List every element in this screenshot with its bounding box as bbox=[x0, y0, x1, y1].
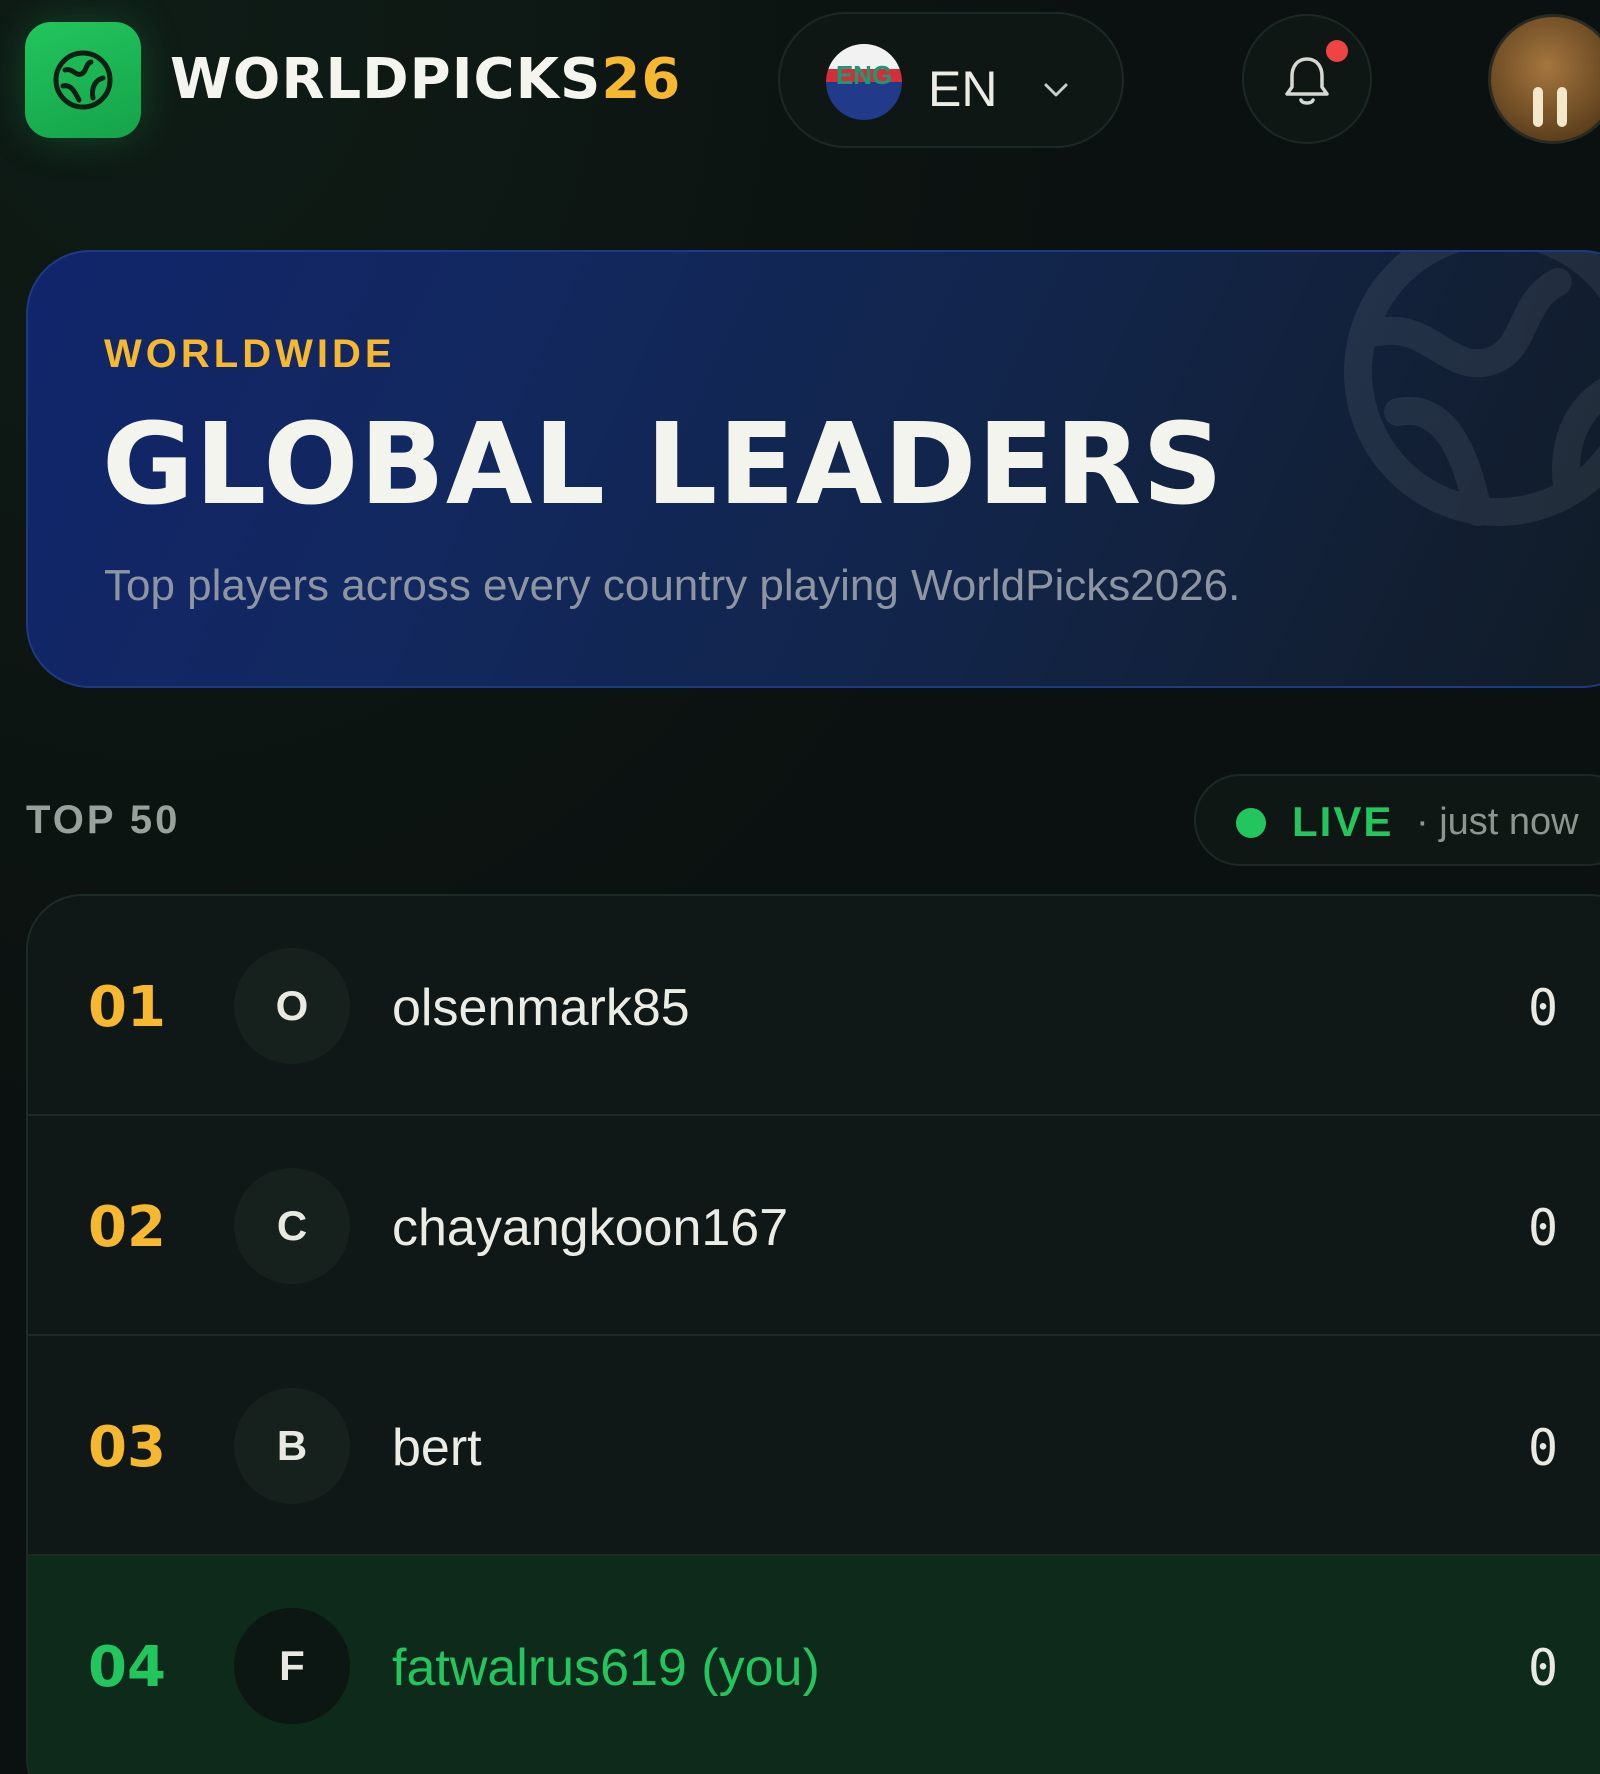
live-label: LIVE bbox=[1292, 798, 1394, 845]
chevron-down-icon bbox=[1044, 83, 1068, 97]
leaderboard-row[interactable]: 02 C chayangkoon167 0 bbox=[28, 1116, 1600, 1336]
notifications-button[interactable] bbox=[1242, 14, 1372, 144]
flag-icon: ENG bbox=[826, 44, 902, 120]
player-username: fatwalrus619 (you) bbox=[392, 1639, 820, 1697]
leaderboard-row-current-user[interactable]: 04 F fatwalrus619 (you) 0 bbox=[28, 1556, 1600, 1774]
globe-watermark-icon bbox=[1344, 252, 1600, 526]
section-label: TOP 50 bbox=[26, 798, 181, 842]
player-username: bert bbox=[392, 1419, 482, 1477]
app-logo[interactable] bbox=[25, 22, 141, 138]
player-score: 0 bbox=[1528, 1639, 1559, 1697]
player-avatar: O bbox=[234, 948, 350, 1064]
brand-wordmark[interactable]: WORLDPICKS26 bbox=[170, 46, 681, 114]
last-updated: · just now bbox=[1416, 801, 1579, 843]
hero-subtitle: Top players across every country playing… bbox=[104, 561, 1241, 610]
brand-name: WORLDPICKS bbox=[170, 47, 602, 112]
rank-number: 03 bbox=[88, 1415, 166, 1480]
page-title: GLOBAL LEADERS bbox=[102, 400, 1224, 530]
language-code: EN bbox=[928, 61, 998, 117]
player-score: 0 bbox=[1528, 979, 1559, 1037]
avatar-detail bbox=[1557, 87, 1567, 127]
leaderboard-list: 01 O olsenmark85 0 02 C chayangkoon167 0… bbox=[26, 894, 1600, 1774]
player-score: 0 bbox=[1528, 1419, 1559, 1477]
player-avatar: F bbox=[234, 1608, 350, 1724]
rank-number: 04 bbox=[88, 1635, 166, 1700]
live-status-badge: LIVE · just now bbox=[1194, 774, 1600, 866]
avatar-detail bbox=[1533, 87, 1543, 127]
player-username: chayangkoon167 bbox=[392, 1199, 789, 1257]
bell-icon bbox=[1285, 57, 1329, 105]
leaderboard-row[interactable]: 03 B bert 0 bbox=[28, 1336, 1600, 1556]
live-dot-icon bbox=[1236, 808, 1266, 838]
player-score: 0 bbox=[1528, 1199, 1559, 1257]
rank-number: 01 bbox=[88, 975, 166, 1040]
globe-logo-icon bbox=[53, 50, 113, 110]
flag-label: ENG bbox=[835, 60, 893, 90]
top-bar: WORLDPICKS26 ENG EN bbox=[0, 0, 1600, 160]
player-avatar: B bbox=[234, 1388, 350, 1504]
hero-banner: WORLDWIDE GLOBAL LEADERS Top players acr… bbox=[26, 250, 1600, 688]
player-avatar: C bbox=[234, 1168, 350, 1284]
rank-number: 02 bbox=[88, 1195, 166, 1260]
language-selector[interactable]: ENG EN bbox=[778, 12, 1124, 148]
leaderboard-row[interactable]: 01 O olsenmark85 0 bbox=[28, 896, 1600, 1116]
user-avatar[interactable] bbox=[1488, 14, 1600, 144]
notification-badge bbox=[1326, 40, 1348, 62]
page: WORLDPICKS26 ENG EN WORLDWIDE GLOBAL LEA… bbox=[0, 0, 1600, 1774]
hero-kicker: WORLDWIDE bbox=[104, 332, 396, 376]
brand-year: 26 bbox=[601, 47, 682, 112]
player-username: olsenmark85 bbox=[392, 979, 690, 1037]
